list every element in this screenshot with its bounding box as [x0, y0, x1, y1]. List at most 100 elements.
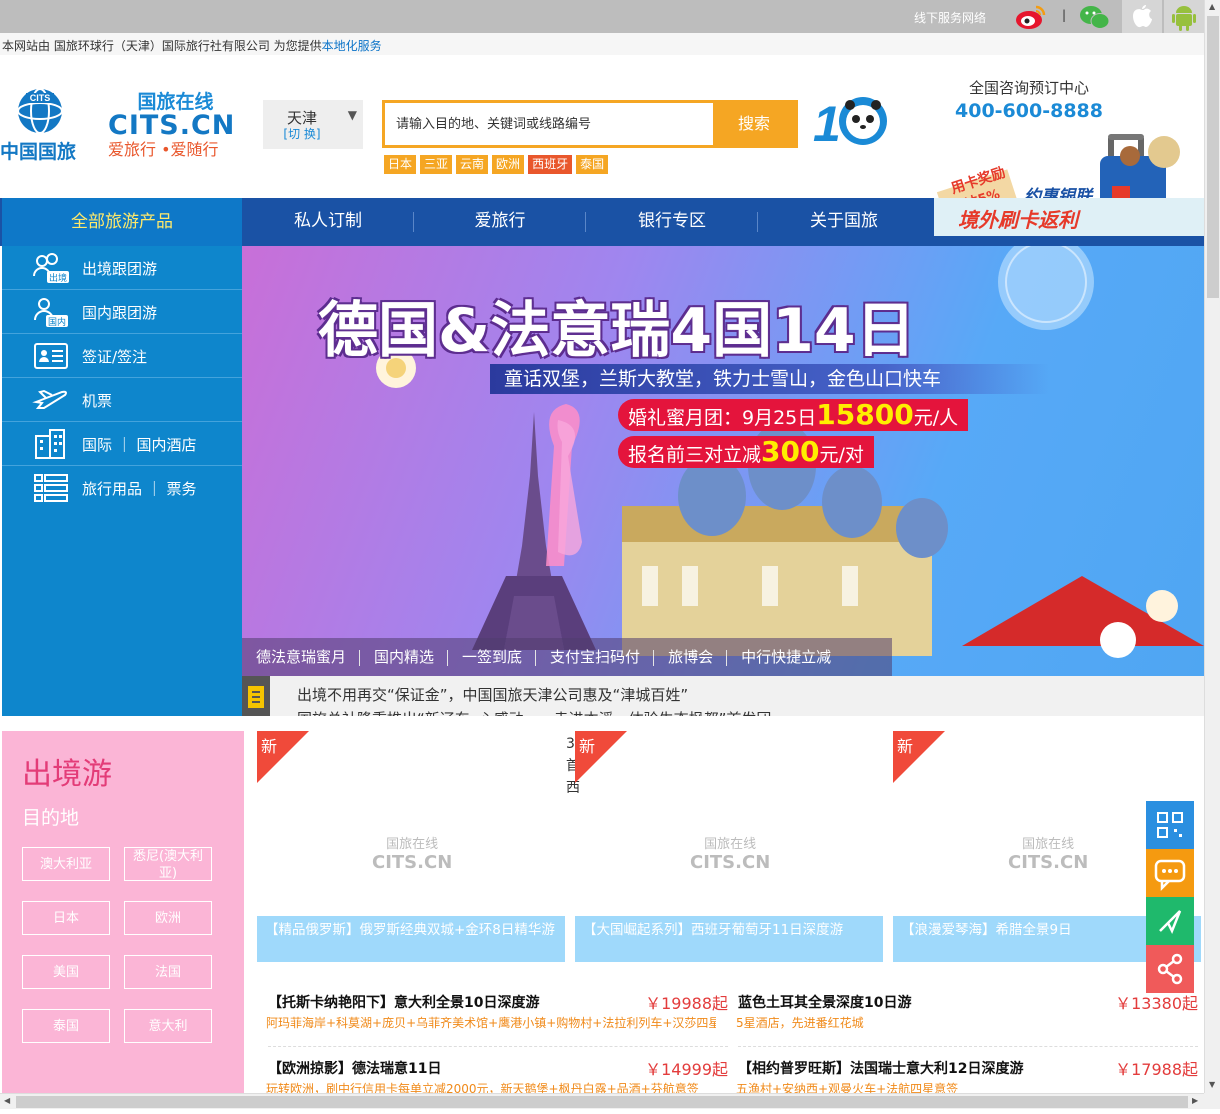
overseas-card-rebate[interactable]: 境外刷卡返利 [934, 198, 1204, 236]
tenth-anniversary-panda-icon: 1 [811, 91, 893, 152]
compass-icon[interactable] [1146, 897, 1194, 945]
dropdown-arrow-icon[interactable]: ▼ [348, 108, 357, 122]
price: ￥14999起 [645, 1060, 728, 1079]
product-card[interactable]: 国旅在线 CITS.CN 新 【大国崛起系列】西班牙葡萄牙11日深度游 [575, 731, 883, 962]
scrollbar-thumb[interactable] [1207, 16, 1219, 298]
share-icon[interactable] [1146, 945, 1194, 993]
all-products-tab[interactable]: 全部旅游产品 [2, 198, 242, 246]
local-service-notice: 本网站由 国旅环球行（天津）国际旅行社有限公司 为您提供本地化服务 [0, 33, 1204, 55]
destination-button[interactable]: 澳大利亚 [22, 847, 110, 881]
destination-button[interactable]: 悉尼(澳大利亚) [124, 847, 212, 881]
chat-icon[interactable] [1146, 849, 1194, 897]
horizontal-scrollbar[interactable]: ◀ ▶ [0, 1093, 1204, 1109]
sidebar-item-visa[interactable]: 签证/签注 [2, 334, 242, 378]
banner-tab[interactable]: 德法意瑞蜜月 [242, 638, 361, 676]
product-card-title: 【大国崛起系列】西班牙葡萄牙11日深度游 [575, 916, 883, 962]
nav-item-love-travel[interactable]: 爱旅行 [414, 198, 586, 246]
svg-text:国内: 国内 [48, 316, 66, 328]
sidebar-item-domestic[interactable]: 国内 国内跟团游 [2, 290, 242, 334]
vertical-scrollbar[interactable]: ▲ ▼ [1204, 0, 1220, 1093]
sidebar-item-outbound[interactable]: 出境 出境跟团游 [2, 246, 242, 290]
logo-text: 中国国旅 [0, 141, 77, 163]
list-item[interactable]: 蓝色土耳其全景深度10日游 ￥13380起 5星酒店，先进番红花城 [736, 988, 1198, 1048]
visa-card-icon [34, 343, 68, 369]
android-icon[interactable] [1164, 0, 1204, 33]
nav-item-about[interactable]: 关于国旅 [758, 198, 930, 246]
scroll-down-icon[interactable]: ▼ [1209, 1080, 1215, 1089]
nav-item-custom[interactable]: 私人订制 [242, 198, 414, 246]
price: ￥17988起 [1115, 1060, 1198, 1079]
city-switch[interactable]: [切 换] [263, 125, 341, 142]
svg-text:CITS: CITS [30, 93, 51, 103]
destination-button[interactable]: 日本 [22, 901, 110, 935]
svg-text:新: 新 [261, 737, 277, 756]
banner-tab[interactable]: 中行快捷立减 [727, 638, 845, 676]
svg-text:新: 新 [579, 737, 595, 756]
banner-discount: 报名前三对立减300元/对 [618, 436, 874, 468]
hot-tag[interactable]: 泰国 [576, 155, 609, 174]
search-box: 搜索 [382, 100, 798, 148]
product-card[interactable]: 国旅在线 CITS.CN 新 【精品俄罗斯】俄罗斯经典双城+金环8日精华游 [257, 731, 565, 962]
destination-button[interactable]: 美国 [22, 955, 110, 989]
hot-tag[interactable]: 西班牙 [528, 155, 573, 174]
header: CITS 中国国旅 国旅在线 CITS.CN 爱旅行 •爱随行 天津 [切 换]… [0, 55, 1204, 230]
banner-subtitle: 童话双堡，兰斯大教堂，铁力士雪山，金色山口快车 [490, 364, 1050, 394]
nav-item-bank[interactable]: 银行专区 [586, 198, 758, 246]
destination-button[interactable]: 意大利 [124, 1009, 212, 1043]
weibo-icon[interactable] [1014, 2, 1048, 32]
search-input[interactable] [385, 103, 717, 145]
price: ￥13380起 [1115, 994, 1198, 1013]
destination-button[interactable]: 法国 [124, 955, 212, 989]
destination-label: 目的地 [22, 807, 80, 829]
destination-button[interactable]: 欧洲 [124, 901, 212, 935]
destination-button[interactable]: 泰国 [22, 1009, 110, 1043]
scroll-up-icon[interactable]: ▲ [1209, 2, 1215, 11]
floating-toolbar [1146, 801, 1194, 993]
new-badge-icon: 新 [575, 731, 627, 783]
banner-tab[interactable]: 一签到底 [448, 638, 537, 676]
banner-tabs: 德法意瑞蜜月 国内精选 一签到底 支付宝扫码付 旅博会 中行快捷立减 [242, 638, 892, 676]
banner-tab[interactable]: 旅博会 [654, 638, 728, 676]
topbar-separator: | [1062, 8, 1067, 22]
hot-tag[interactable]: 云南 [456, 155, 489, 174]
search-button[interactable]: 搜索 [713, 103, 795, 145]
scroll-right-icon[interactable]: ▶ [1192, 1096, 1198, 1105]
cits-logo[interactable]: CITS 中国国旅 [0, 85, 92, 165]
airplane-icon [32, 389, 67, 409]
hot-tag[interactable]: 三亚 [420, 155, 453, 174]
news-item[interactable]: 出境不用再交“保证金”，中国国旅天津公司惠及“津城百姓” [297, 684, 688, 705]
top-bar: 线下服务网络 | [0, 0, 1204, 33]
hot-tag[interactable]: 欧洲 [492, 155, 525, 174]
scrollbar-thumb[interactable] [16, 1096, 1188, 1108]
cits-online-logo[interactable]: 国旅在线 CITS.CN 爱旅行 •爱随行 [108, 91, 243, 161]
wechat-icon[interactable] [1078, 2, 1112, 32]
sidebar-item-hotel[interactable]: 国际 ｜ 国内酒店 [2, 422, 242, 466]
banner-title: 德国&法意瑞4国14日 [318, 296, 916, 366]
product-category-sidebar: 出境 出境跟团游 国内 国内跟团游 签证/签注 机票 国际 ｜ 国内酒店 旅行用… [2, 246, 242, 716]
sidebar-item-supplies[interactable]: 旅行用品 ｜ 票务 [2, 466, 242, 510]
news-item[interactable]: 国旅总社隆重推出“新辽东•心感动——走进本溪，体验生态枫都”首发团 [297, 708, 771, 716]
scrollbar-corner [1204, 1093, 1220, 1109]
scroll-left-icon[interactable]: ◀ [4, 1096, 10, 1105]
qrcode-icon[interactable] [1146, 801, 1194, 849]
apple-icon[interactable] [1122, 0, 1162, 33]
list-grid-icon [34, 474, 68, 502]
hotline-number[interactable]: 400-600-8888 [944, 100, 1114, 122]
banner-tab[interactable]: 支付宝扫码付 [536, 638, 655, 676]
city-selector[interactable]: 天津 [切 换] ▼ [263, 100, 363, 149]
news-ticker: 出境不用再交“保证金”，中国国旅天津公司惠及“津城百姓” 国旅总社隆重推出“新辽… [242, 676, 1204, 716]
svg-text:1: 1 [813, 96, 841, 151]
notice-icon [242, 676, 270, 716]
offline-service-link[interactable]: 线下服务网络 [914, 9, 986, 26]
list-item[interactable]: 【托斯卡纳艳阳下】意大利全景10日深度游 ￥19988起 阿玛菲海岸+科莫湖+庞… [266, 988, 728, 1048]
new-badge-icon: 新 [257, 731, 309, 783]
hot-tags: 日本 三亚 云南 欧洲 西班牙 泰国 [384, 155, 609, 174]
outbound-group-icon: 出境 [33, 253, 69, 284]
hero-banner[interactable]: 德国&法意瑞4国14日 童话双堡，兰斯大教堂，铁力士雪山，金色山口快车 婚礼蜜月… [242, 246, 1204, 676]
hot-tag[interactable]: 日本 [384, 155, 417, 174]
svg-text:出境: 出境 [49, 272, 67, 284]
local-service-link[interactable]: 本地化服务 [322, 39, 382, 53]
sidebar-item-flight[interactable]: 机票 [2, 378, 242, 422]
product-card-title: 【精品俄罗斯】俄罗斯经典双城+金环8日精华游 [257, 916, 565, 962]
banner-tab[interactable]: 国内精选 [360, 638, 449, 676]
